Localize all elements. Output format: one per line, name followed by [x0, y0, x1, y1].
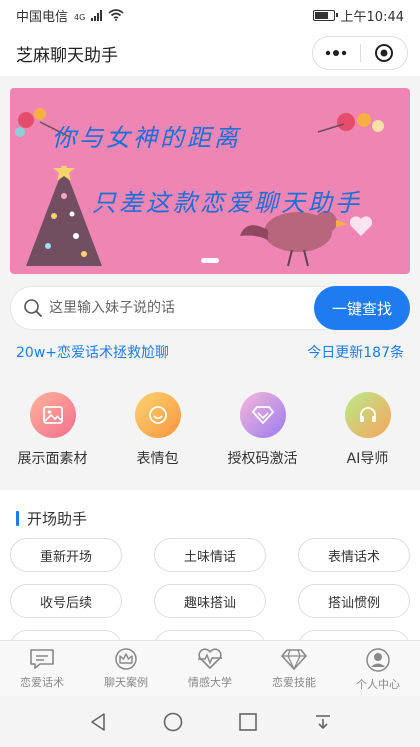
banner-headline: 你与女神的距离 — [52, 124, 241, 152]
tab-label: 恋爱话术 — [20, 676, 64, 689]
chat-icon — [30, 649, 54, 669]
crown-icon — [115, 648, 137, 670]
page-title: 芝麻聊天助手 — [16, 45, 118, 66]
clock: 上午10:44 — [340, 9, 404, 25]
tab-love-phrases[interactable]: 恋爱话术 — [0, 641, 84, 696]
pull-down-icon — [315, 714, 330, 729]
banner-subheadline: 只差这款恋爱聊天助手 — [92, 189, 362, 217]
section-marker — [16, 511, 19, 526]
chip-sticker-phrases[interactable]: 表情话术 — [298, 538, 410, 572]
battery-icon — [312, 9, 338, 21]
section-title: 开场助手 — [16, 508, 87, 529]
user-icon — [366, 648, 390, 672]
section-title-text: 开场助手 — [27, 510, 88, 528]
search-button[interactable]: 一键查找 — [314, 286, 410, 330]
chip-cheesy-lines[interactable]: 土味情话 — [154, 538, 266, 572]
promo-banner[interactable]: 你与女神的距离 只差这款恋爱聊天助手 — [10, 88, 410, 274]
carousel-indicator[interactable] — [201, 258, 219, 263]
image-icon — [42, 406, 63, 424]
chip-restart-opening[interactable]: 重新开场 — [10, 538, 122, 572]
system-nav-bar — [0, 696, 420, 747]
home-circle-icon — [163, 712, 182, 731]
feature-grid: 展示面素材 表情包 授权码激活 AI导师 — [0, 392, 420, 472]
tab-love-skills[interactable]: 恋爱技能 — [252, 641, 336, 696]
carrier-name: 中国电信 — [16, 9, 69, 25]
info-row: 20w+恋爱话术拯救尬聊 今日更新187条 — [16, 342, 404, 362]
mini-program-capsule — [312, 36, 408, 70]
tab-label: 聊天案例 — [104, 676, 148, 689]
flower-decoration — [317, 113, 384, 133]
status-bar: 中国电信 4G 上午10:44 — [0, 0, 420, 30]
chip-fun-pickup[interactable]: 趣味搭讪 — [154, 584, 266, 618]
tab-chat-cases[interactable]: 聊天案例 — [84, 641, 168, 696]
more-dots-icon[interactable] — [313, 37, 360, 69]
signal-icon — [91, 9, 103, 21]
tab-label: 个人中心 — [356, 678, 400, 691]
feature-circle — [134, 392, 181, 438]
recents-button[interactable] — [233, 707, 263, 737]
feature-circle — [239, 392, 286, 438]
home-button[interactable] — [158, 707, 188, 737]
notification-pull-button[interactable] — [308, 707, 338, 737]
wifi-icon — [108, 9, 124, 21]
tab-profile[interactable]: 个人中心 — [336, 641, 420, 696]
chip-partially-hidden[interactable] — [298, 630, 410, 640]
chip-partially-hidden[interactable] — [10, 630, 122, 640]
diamond-icon — [281, 649, 307, 670]
network-type: 4G — [74, 12, 86, 22]
feature-label: AI导师 — [346, 451, 389, 467]
feature-label: 展示面素材 — [17, 451, 88, 467]
chip-pickup-routine[interactable]: 搭讪惯例 — [298, 584, 410, 618]
chip-follow-up[interactable]: 收号后续 — [10, 584, 122, 618]
recents-square-icon — [238, 712, 257, 731]
smile-icon — [148, 406, 167, 424]
library-size-text[interactable]: 20w+恋爱话术拯救尬聊 — [16, 342, 169, 362]
diamond-icon — [251, 406, 274, 424]
search-icon — [24, 299, 42, 317]
headset-icon — [359, 407, 376, 422]
target-close-icon[interactable] — [361, 37, 408, 69]
feature-activate-code[interactable]: 授权码激活 — [210, 392, 315, 472]
feature-label: 授权码激活 — [227, 451, 298, 467]
search-bar: 一键查找 — [10, 286, 410, 330]
tab-label: 恋爱技能 — [272, 676, 316, 689]
feature-stickers[interactable]: 表情包 — [105, 392, 210, 472]
daily-update-text[interactable]: 今日更新187条 — [307, 342, 404, 362]
opening-helper-card: 开场助手 重新开场 土味情话 表情话术 收号后续 趣味搭讪 搭讪惯例 — [0, 490, 420, 640]
feature-circle — [344, 392, 391, 438]
title-bar: 芝麻聊天助手 — [0, 30, 420, 76]
chip-partially-hidden[interactable] — [154, 630, 266, 640]
feature-showcase-materials[interactable]: 展示面素材 — [0, 392, 105, 472]
back-button[interactable] — [83, 707, 113, 737]
feature-ai-mentor[interactable]: AI导师 — [315, 392, 420, 472]
tab-emotion-university[interactable]: 情感大学 — [168, 641, 252, 696]
feature-circle — [29, 392, 76, 438]
heartbeat-icon — [198, 648, 222, 669]
tab-label: 情感大学 — [188, 676, 232, 689]
tab-bar: 恋爱话术 聊天案例 情感大学 恋爱技能 个人中心 — [0, 640, 420, 696]
back-triangle-icon — [90, 712, 105, 731]
feature-label: 表情包 — [136, 451, 179, 467]
